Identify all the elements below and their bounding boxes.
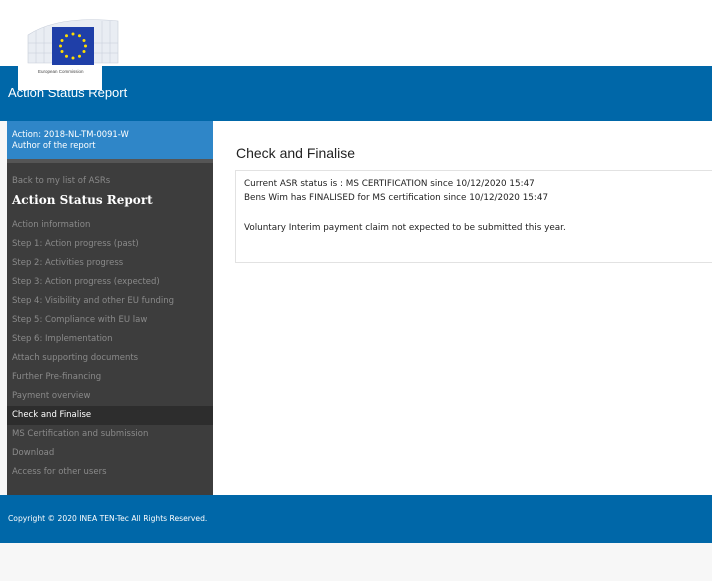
sidebar-item-step-3-action-progress-expected[interactable]: Step 3: Action progress (expected): [7, 273, 213, 292]
report-author: Author of the report: [12, 140, 96, 150]
sidebar-item-download[interactable]: Download: [7, 444, 213, 463]
finalised-line: Bens Wim has FINALISED for MS certificat…: [244, 193, 549, 203]
sidebar-item-attach-supporting-documents[interactable]: Attach supporting documents: [7, 349, 213, 368]
sidebar-item-further-pre-financing[interactable]: Further Pre-financing: [7, 368, 213, 387]
sidebar-divider: [7, 159, 213, 163]
copyright-text: Copyright © 2020 INEA TEN-Tec All Rights…: [8, 514, 208, 523]
status-line: Current ASR status is : MS CERTIFICATION…: [244, 179, 535, 189]
sidebar-item-check-and-finalise[interactable]: Check and Finalise: [7, 406, 213, 425]
sidebar-heading: Action Status Report: [12, 193, 153, 207]
page-title: Check and Finalise: [236, 145, 356, 161]
logo-caption: European Commission: [38, 69, 84, 74]
sidebar-item-ms-certification-and-submission[interactable]: MS Certification and submission: [7, 425, 213, 444]
back-to-list-link[interactable]: Back to my list of ASRs: [12, 176, 110, 186]
payment-claim-line: Voluntary Interim payment claim not expe…: [244, 223, 566, 233]
sidebar-item-step-1-action-progress-past[interactable]: Step 1: Action progress (past): [7, 235, 213, 254]
sidebar-item-step-2-activities-progress[interactable]: Step 2: Activities progress: [7, 254, 213, 273]
sidebar-item-step-6-implementation[interactable]: Step 6: Implementation: [7, 330, 213, 349]
sidebar-item-payment-overview[interactable]: Payment overview: [7, 387, 213, 406]
sidebar-item-action-information[interactable]: Action information: [7, 216, 213, 235]
app-title: Action Status Report: [8, 85, 128, 100]
sidebar: Action: 2018-NL-TM-0091-W Author of the …: [7, 121, 213, 495]
action-summary: Action: 2018-NL-TM-0091-W Author of the …: [7, 121, 213, 159]
sidebar-item-access-for-other-users[interactable]: Access for other users: [7, 463, 213, 482]
action-code: Action: 2018-NL-TM-0091-W: [12, 129, 129, 139]
eu-flag-icon: [52, 27, 94, 65]
sidebar-item-step-5-compliance-with-eu-law[interactable]: Step 5: Compliance with EU law: [7, 311, 213, 330]
sidebar-item-step-4-visibility-and-other-eu-funding[interactable]: Step 4: Visibility and other EU funding: [7, 292, 213, 311]
